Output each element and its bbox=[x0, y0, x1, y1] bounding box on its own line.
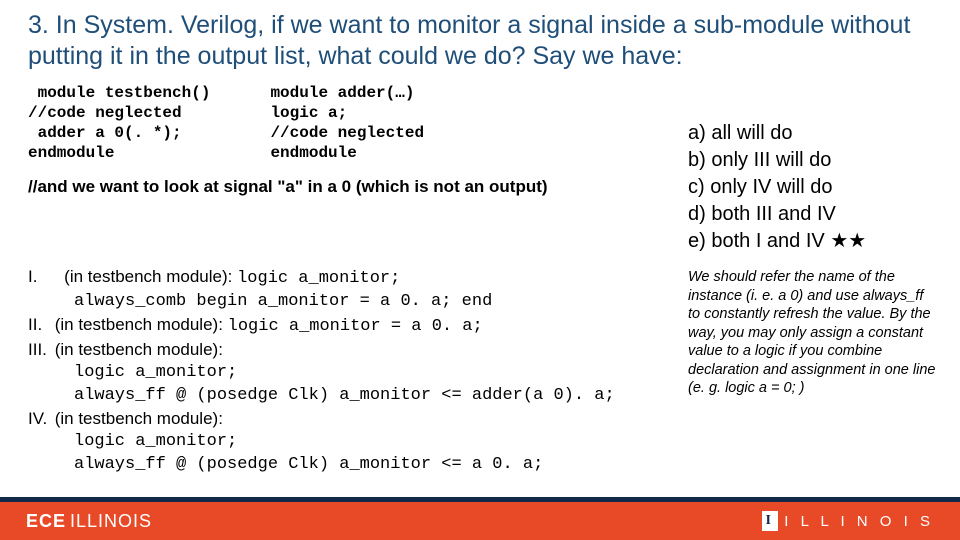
choice-a: a) all will do bbox=[688, 120, 938, 147]
question-title: 3. In System. Verilog, if we want to mon… bbox=[0, 0, 960, 77]
answer-options: I. (in testbench module): logic a_monito… bbox=[28, 266, 668, 476]
footer-right-text: I L L I N O I S bbox=[784, 513, 934, 530]
explanation-text: We should refer the name of the instance… bbox=[688, 268, 938, 398]
choice-e: e) both I and IV ★★ bbox=[688, 228, 938, 255]
code-line: //code neglected bbox=[270, 124, 424, 142]
choice-d: d) both III and IV bbox=[688, 201, 938, 228]
code-line: module adder(…) bbox=[270, 84, 414, 102]
footer-left: ECEILLINOIS bbox=[26, 511, 152, 532]
code-right: module adder(…) logic a; //code neglecte… bbox=[270, 83, 424, 163]
option-i: I. (in testbench module): logic a_monito… bbox=[28, 266, 668, 291]
option-ii-text: (in testbench module): bbox=[50, 315, 228, 334]
illinois-block-i-icon: I bbox=[762, 511, 778, 531]
option-iv-code-a: logic a_monitor; bbox=[28, 431, 668, 454]
code-line: endmodule bbox=[28, 144, 114, 162]
code-line: logic a; bbox=[270, 104, 347, 122]
choice-e-text: e) both I and IV ★★ bbox=[688, 230, 866, 252]
code-left: module testbench() //code neglected adde… bbox=[28, 83, 210, 163]
answer-choices: a) all will do b) only III will do c) on… bbox=[688, 120, 938, 255]
footer-illinois: ILLINOIS bbox=[70, 511, 152, 531]
code-line: //code neglected bbox=[28, 104, 182, 122]
option-iii-code-a: logic a_monitor; bbox=[28, 362, 668, 385]
choice-c: c) only IV will do bbox=[688, 174, 938, 201]
slide: 3. In System. Verilog, if we want to mon… bbox=[0, 0, 960, 540]
option-ii: II. (in testbench module): logic a_monit… bbox=[28, 314, 668, 339]
option-iii: III. (in testbench module): bbox=[28, 339, 668, 362]
option-iv-code-b: always_ff @ (posedge Clk) a_monitor <= a… bbox=[28, 454, 668, 477]
option-iv-text: (in testbench module): bbox=[50, 409, 223, 428]
code-line: module testbench() bbox=[28, 84, 210, 102]
choice-b: b) only III will do bbox=[688, 147, 938, 174]
option-i-text: (in testbench module): bbox=[64, 267, 237, 286]
option-iii-text: (in testbench module): bbox=[50, 340, 223, 359]
code-line: endmodule bbox=[270, 144, 356, 162]
code-line: adder a 0(. *); bbox=[28, 124, 182, 142]
footer-ece: ECE bbox=[26, 511, 66, 531]
roman-iv: IV. bbox=[28, 408, 50, 431]
option-iii-code-b: always_ff @ (posedge Clk) a_monitor <= a… bbox=[28, 385, 668, 408]
footer: ECEILLINOIS I I L L I N O I S bbox=[0, 502, 960, 540]
roman-ii: II. bbox=[28, 314, 50, 337]
footer-right: I I L L I N O I S bbox=[762, 511, 934, 531]
option-iv: IV. (in testbench module): bbox=[28, 408, 668, 431]
roman-iii: III. bbox=[28, 339, 50, 362]
option-i-code-b: always_comb begin a_monitor = a 0. a; en… bbox=[28, 291, 668, 314]
option-ii-code: logic a_monitor = a 0. a; bbox=[228, 317, 483, 336]
option-i-code-a: logic a_monitor; bbox=[237, 269, 400, 288]
roman-i: I. bbox=[28, 266, 50, 289]
